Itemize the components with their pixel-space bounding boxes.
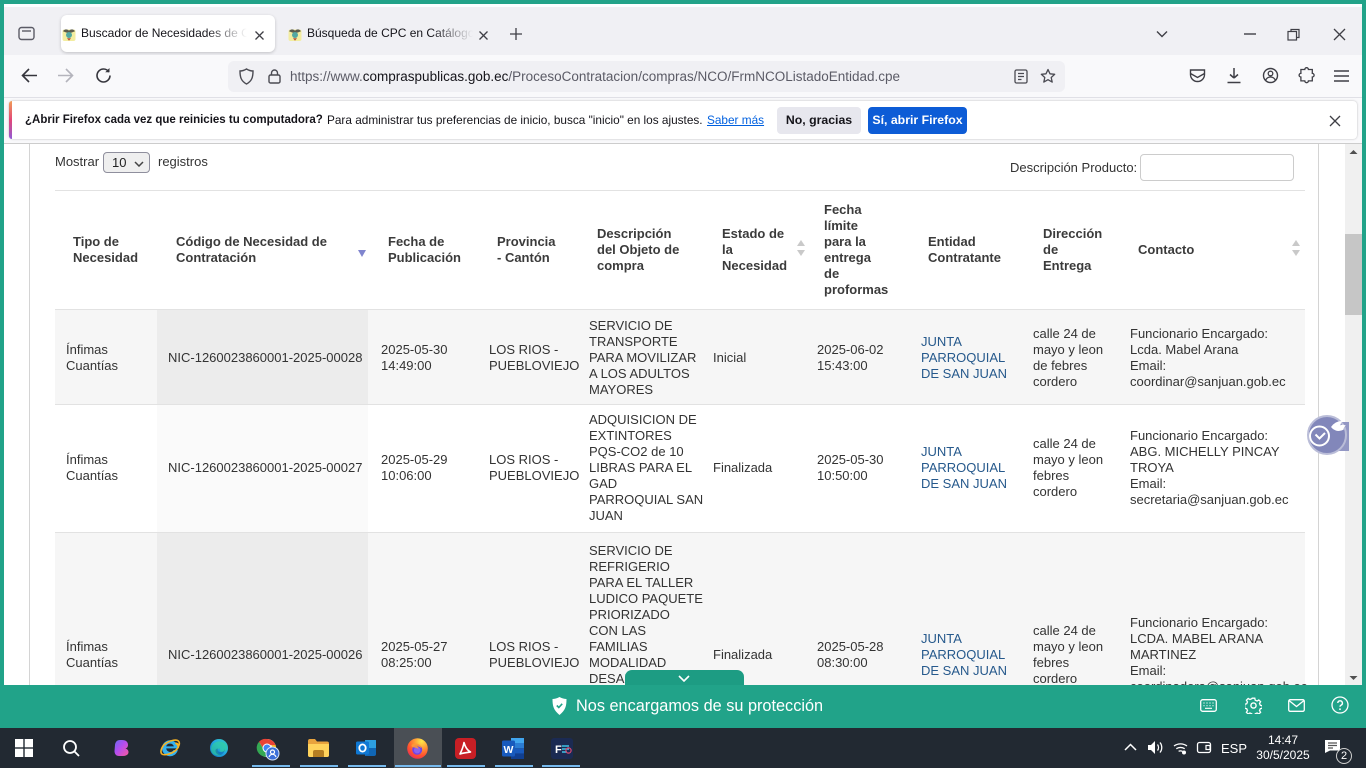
- svg-text:F: F: [555, 744, 562, 756]
- svg-text:W: W: [504, 744, 514, 756]
